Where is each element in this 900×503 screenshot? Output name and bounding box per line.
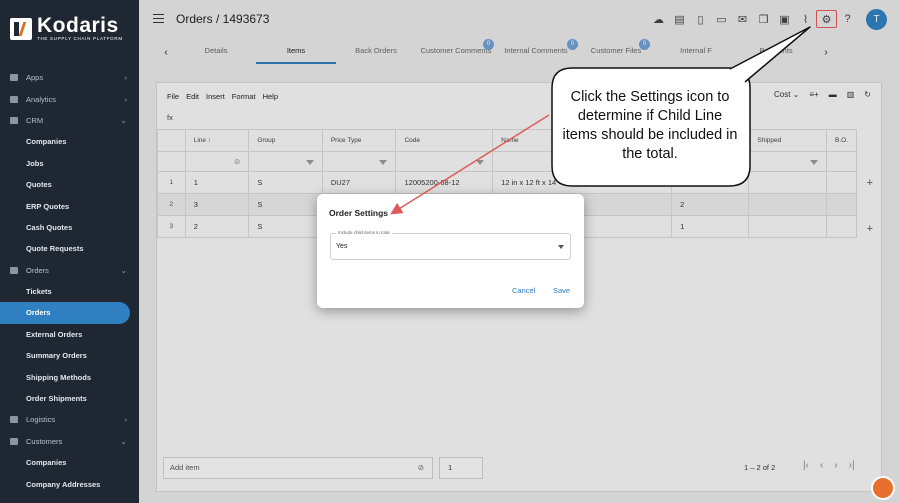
contacts-icon xyxy=(10,116,18,124)
cancel-button[interactable]: Cancel xyxy=(512,286,535,295)
grid-icon xyxy=(10,74,18,82)
truck-icon xyxy=(10,266,18,274)
sidebar-item-customer-companies[interactable]: Companies xyxy=(0,452,139,473)
chevron-down-icon xyxy=(558,245,564,249)
chevron-down-icon: ⌄ xyxy=(120,115,127,125)
select-value: Yes xyxy=(336,243,348,250)
chat-help-icon[interactable] xyxy=(871,476,895,500)
sidebar-item-summary-orders[interactable]: Summary Orders xyxy=(0,345,139,366)
sidebar-item-quotes[interactable]: Quotes xyxy=(0,174,139,195)
chart-icon xyxy=(10,95,18,103)
chevron-right-icon: › xyxy=(124,415,127,425)
callout-text: Click the Settings icon to determine if … xyxy=(562,89,738,162)
sidebar-item-jobs[interactable]: Jobs xyxy=(0,153,139,174)
sidebar-item-analytics[interactable]: Analytics › xyxy=(0,88,139,109)
order-settings-dialog: Order Settings Include child items in to… xyxy=(317,194,584,308)
logo-mark-icon xyxy=(10,17,32,40)
shipping-icon xyxy=(10,416,18,424)
chevron-down-icon: ⌄ xyxy=(120,265,127,275)
sidebar-item-customers[interactable]: Customers ⌄ xyxy=(0,431,139,452)
logo-tagline: THE SUPPLY CHAIN PLATFORM xyxy=(37,36,123,41)
sidebar-item-companies[interactable]: Companies xyxy=(0,131,139,152)
select-label: Include child items in total xyxy=(336,230,392,235)
sidebar-item-quote-requests[interactable]: Quote Requests xyxy=(0,238,139,259)
sidebar: Kodaris THE SUPPLY CHAIN PLATFORM Apps › … xyxy=(0,0,139,503)
sidebar-item-logistics[interactable]: Logistics › xyxy=(0,409,139,430)
sidebar-item-tickets[interactable]: Tickets xyxy=(0,281,139,302)
chevron-down-icon: ⌄ xyxy=(120,436,127,446)
sidebar-item-cash-quotes[interactable]: Cash Quotes xyxy=(0,217,139,238)
sidebar-item-company-addresses[interactable]: Company Addresses xyxy=(0,473,139,494)
sidebar-item-shipping-methods[interactable]: Shipping Methods xyxy=(0,366,139,387)
sidebar-item-erp-quotes[interactable]: ERP Quotes xyxy=(0,195,139,216)
sidebar-item-orders-group[interactable]: Orders ⌄ xyxy=(0,260,139,281)
sidebar-item-apps[interactable]: Apps › xyxy=(0,67,139,88)
chevron-right-icon: › xyxy=(124,73,127,83)
chevron-right-icon: › xyxy=(124,94,127,104)
kodaris-logo[interactable]: Kodaris THE SUPPLY CHAIN PLATFORM xyxy=(10,14,123,41)
people-icon xyxy=(10,437,18,445)
sidebar-nav: Apps › Analytics › CRM ⌄ Companies Jobs Quo… xyxy=(0,67,139,495)
save-button[interactable]: Save xyxy=(553,286,570,295)
dialog-title: Order Settings xyxy=(329,208,389,218)
logo-title: Kodaris xyxy=(37,14,119,37)
include-child-items-select[interactable]: Include child items in total Yes xyxy=(330,230,571,260)
sidebar-item-crm[interactable]: CRM ⌄ xyxy=(0,110,139,131)
sidebar-item-order-shipments[interactable]: Order Shipments xyxy=(0,388,139,409)
sidebar-item-orders[interactable]: Orders xyxy=(0,302,130,324)
sidebar-item-external-orders[interactable]: External Orders xyxy=(0,324,139,345)
